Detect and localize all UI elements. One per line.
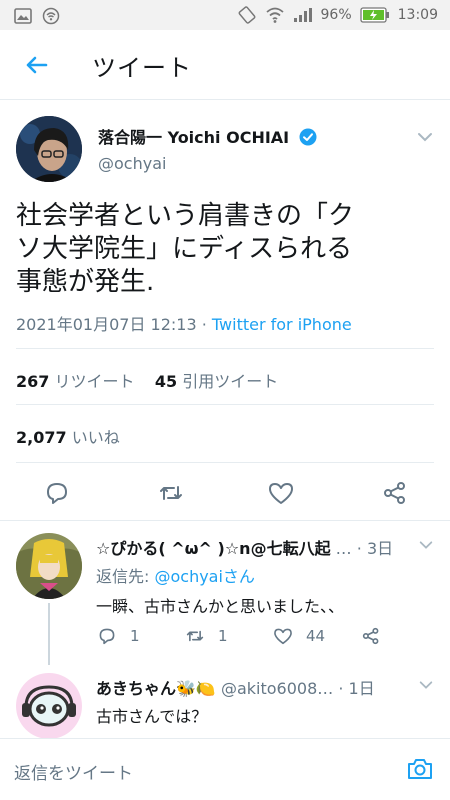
author-handle[interactable]: @ochyai (98, 154, 166, 173)
like-heart-icon (274, 628, 292, 645)
author-avatar[interactable] (16, 116, 82, 182)
reply-like-action[interactable]: 44 (272, 625, 325, 647)
wifi-notification-icon (42, 7, 60, 25)
like-count: 2,077 (16, 428, 67, 447)
reply-input[interactable]: 返信をツイート (14, 759, 133, 784)
reply-composer[interactable]: 返信をツイート (0, 738, 450, 800)
reply-to: 返信先: @ochyaiさん (96, 563, 255, 587)
reply-icon (99, 628, 115, 645)
like-heart-icon[interactable] (266, 478, 296, 508)
battery-charging-icon (359, 7, 389, 23)
reply-reply-action[interactable]: 1 (96, 625, 140, 647)
share-icon[interactable] (380, 478, 410, 508)
chevron-down-icon[interactable] (418, 537, 434, 553)
divider (0, 520, 450, 521)
reply-reply-count: 1 (130, 627, 140, 645)
clock: 13:09 (397, 7, 438, 23)
retweet-stats[interactable]: 267 リツイート 45 引用ツイート (16, 368, 278, 392)
status-bar: 96% 13:09 (0, 0, 450, 30)
tweet-actions (0, 470, 450, 520)
author-name[interactable]: 落合陽一 Yoichi OCHIAI (98, 124, 317, 148)
meta-separator: · (201, 315, 212, 334)
author-name-text: 落合陽一 Yoichi OCHIAI (98, 128, 290, 147)
camera-icon[interactable] (406, 755, 434, 783)
like-label: いいね (71, 428, 120, 447)
reply-icon[interactable] (42, 478, 72, 508)
reply-text: 一瞬、古市さんかと思いました、、 (96, 597, 345, 616)
retweet-count: 267 (16, 372, 50, 391)
rotate-icon (238, 6, 255, 24)
tweet-meta: 2021年01月07日 12:13 · Twitter for iPhone (16, 311, 352, 335)
tweet-date[interactable]: 2021年01月07日 12:13 (16, 315, 197, 334)
divider (16, 348, 434, 349)
divider (16, 462, 434, 463)
chevron-down-icon[interactable] (416, 128, 434, 146)
reply-text: 古市さんでは？ (96, 707, 208, 726)
reply-retweet-action[interactable]: 1 (184, 625, 228, 647)
like-stats[interactable]: 2,077 いいね (16, 424, 120, 448)
image-notification-icon (14, 8, 32, 24)
reply-header: ☆ぴかる( ^ω^ )☆n@七転八起 … · 3日 (96, 535, 393, 559)
divider (16, 404, 434, 405)
reply-header: あきちゃん🐝🍋 @akito6008… · 1日 (96, 675, 375, 699)
page-title: ツイート (92, 54, 192, 82)
thread-connector (48, 603, 50, 665)
reply-time: · 3日 (356, 539, 394, 558)
wifi-icon (265, 7, 284, 23)
reply-time: · 1日 (338, 679, 375, 698)
verified-badge-icon (299, 128, 317, 146)
reply-avatar[interactable] (16, 533, 82, 599)
quote-count: 45 (154, 372, 178, 391)
reply-to-prefix: 返信先: (96, 567, 155, 586)
retweet-label: リツイート (54, 372, 135, 391)
reply-author-name[interactable]: ☆ぴかる( ^ω^ )☆n@七転八起 (96, 539, 331, 558)
tweet-source-link[interactable]: Twitter for iPhone (212, 315, 352, 334)
reply-retweet-count: 1 (218, 627, 228, 645)
reply-share-action[interactable] (360, 625, 382, 647)
reply-author-handle[interactable]: @akito6008… (221, 679, 333, 698)
share-icon (362, 627, 379, 645)
reply-avatar[interactable] (16, 673, 82, 739)
tweet-text: 社会学者という肩書きの「ク ソ大学院生」にディスられる 事態が発生. (16, 201, 355, 297)
retweet-icon[interactable] (156, 478, 186, 508)
reply-to-mention[interactable]: @ochyaiさん (154, 567, 254, 586)
reply-like-count: 44 (306, 627, 326, 645)
back-arrow-icon[interactable] (22, 50, 52, 80)
quote-label: 引用ツイート (182, 372, 279, 391)
reply-author-name[interactable]: あきちゃん🐝🍋 (96, 679, 216, 698)
reply-actions: 1 1 44 (96, 625, 396, 649)
header: ツイート (0, 30, 450, 100)
battery-percent: 96% (320, 7, 352, 23)
retweet-icon (186, 630, 204, 642)
chevron-down-icon[interactable] (418, 677, 434, 693)
reply-author-handle[interactable]: … (336, 539, 352, 558)
signal-icon (293, 8, 312, 22)
